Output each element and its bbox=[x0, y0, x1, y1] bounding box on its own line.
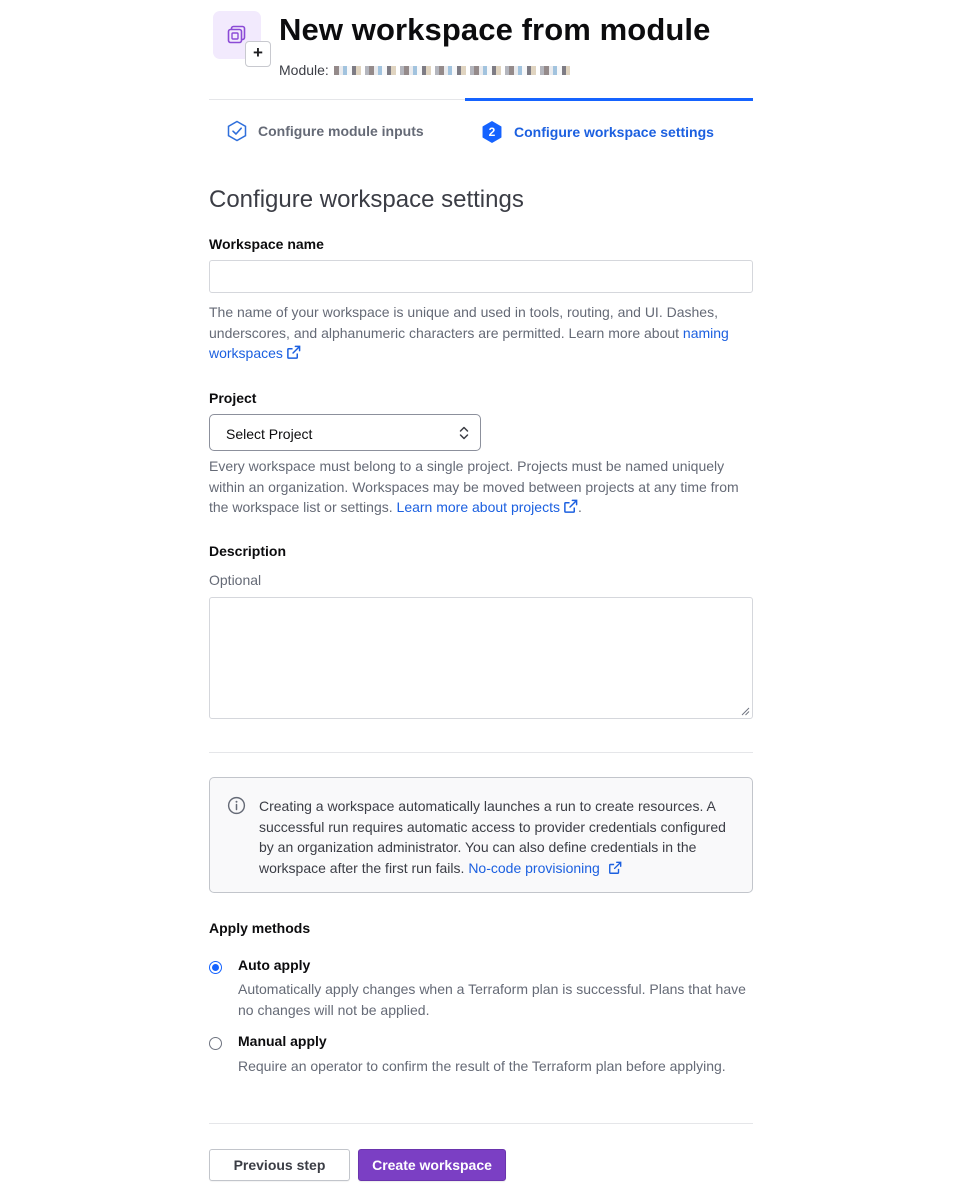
link-label: Learn more about projects bbox=[396, 499, 560, 515]
external-link-icon bbox=[608, 861, 622, 874]
info-icon bbox=[227, 796, 246, 815]
create-workspace-button[interactable]: Create workspace bbox=[358, 1149, 506, 1181]
page: + New workspace from module Module: Conf… bbox=[0, 0, 960, 1200]
external-link-icon bbox=[564, 499, 578, 513]
step-label: Configure module inputs bbox=[258, 123, 424, 139]
step-label: Configure workspace settings bbox=[514, 124, 714, 140]
no-code-provisioning-link[interactable]: No-code provisioning bbox=[468, 860, 622, 876]
stack-icon bbox=[227, 25, 246, 44]
workspace-name-label: Workspace name bbox=[209, 236, 324, 252]
apply-methods-label: Apply methods bbox=[209, 920, 311, 936]
project-select[interactable]: Select Project bbox=[209, 414, 481, 451]
module-label: Module: bbox=[279, 62, 329, 78]
module-line: Module: bbox=[279, 62, 570, 78]
check-hexagon-icon bbox=[227, 120, 247, 142]
page-header: + New workspace from module Module: bbox=[209, 0, 753, 100]
description-label: Description bbox=[209, 543, 287, 559]
auto-apply-description: Automatically apply changes when a Terra… bbox=[238, 981, 746, 1018]
plus-icon: + bbox=[245, 41, 271, 67]
auto-apply-label[interactable]: Auto apply bbox=[238, 957, 310, 973]
auto-apply-radio[interactable] bbox=[209, 961, 222, 974]
description-optional-hint: Optional bbox=[209, 572, 262, 588]
step-configure-workspace-settings[interactable]: 2 Configure workspace settings bbox=[465, 98, 753, 163]
main-content: + New workspace from module Module: Conf… bbox=[209, 0, 753, 1181]
resize-handle-icon[interactable] bbox=[741, 707, 750, 716]
workspace-name-help: The name of your workspace is unique and… bbox=[209, 302, 749, 364]
chevron-up-down-icon bbox=[459, 426, 469, 440]
section-title: Configure workspace settings bbox=[209, 186, 524, 213]
divider bbox=[209, 752, 753, 753]
project-label: Project bbox=[209, 390, 257, 406]
link-label: No-code provisioning bbox=[468, 859, 600, 876]
description-textarea[interactable] bbox=[209, 597, 753, 719]
manual-apply-label[interactable]: Manual apply bbox=[238, 1033, 327, 1049]
stepper: Configure module inputs 2 Configure work… bbox=[209, 98, 753, 163]
manual-apply-radio[interactable] bbox=[209, 1037, 222, 1050]
help-text: The name of your workspace is unique and… bbox=[209, 304, 718, 341]
info-callout: Creating a workspace automatically launc… bbox=[209, 777, 753, 893]
help-suffix: . bbox=[577, 499, 582, 515]
page-title: New workspace from module bbox=[279, 12, 711, 47]
project-select-value: Select Project bbox=[226, 426, 313, 442]
step-configure-module-inputs[interactable]: Configure module inputs bbox=[209, 100, 465, 162]
workspace-name-input[interactable] bbox=[209, 260, 753, 293]
learn-more-projects-link[interactable]: Learn more about projects bbox=[397, 499, 578, 515]
workspace-module-icon: + bbox=[213, 11, 271, 67]
previous-step-button[interactable]: Previous step bbox=[209, 1149, 350, 1181]
step-number-badge: 2 bbox=[482, 121, 502, 143]
divider bbox=[209, 1123, 753, 1124]
callout-text: Creating a workspace automatically launc… bbox=[259, 796, 739, 878]
manual-apply-description: Require an operator to confirm the resul… bbox=[238, 1058, 726, 1074]
external-link-icon bbox=[287, 345, 301, 359]
module-name-redacted bbox=[333, 65, 570, 75]
project-help: Every workspace must belong to a single … bbox=[209, 456, 753, 518]
